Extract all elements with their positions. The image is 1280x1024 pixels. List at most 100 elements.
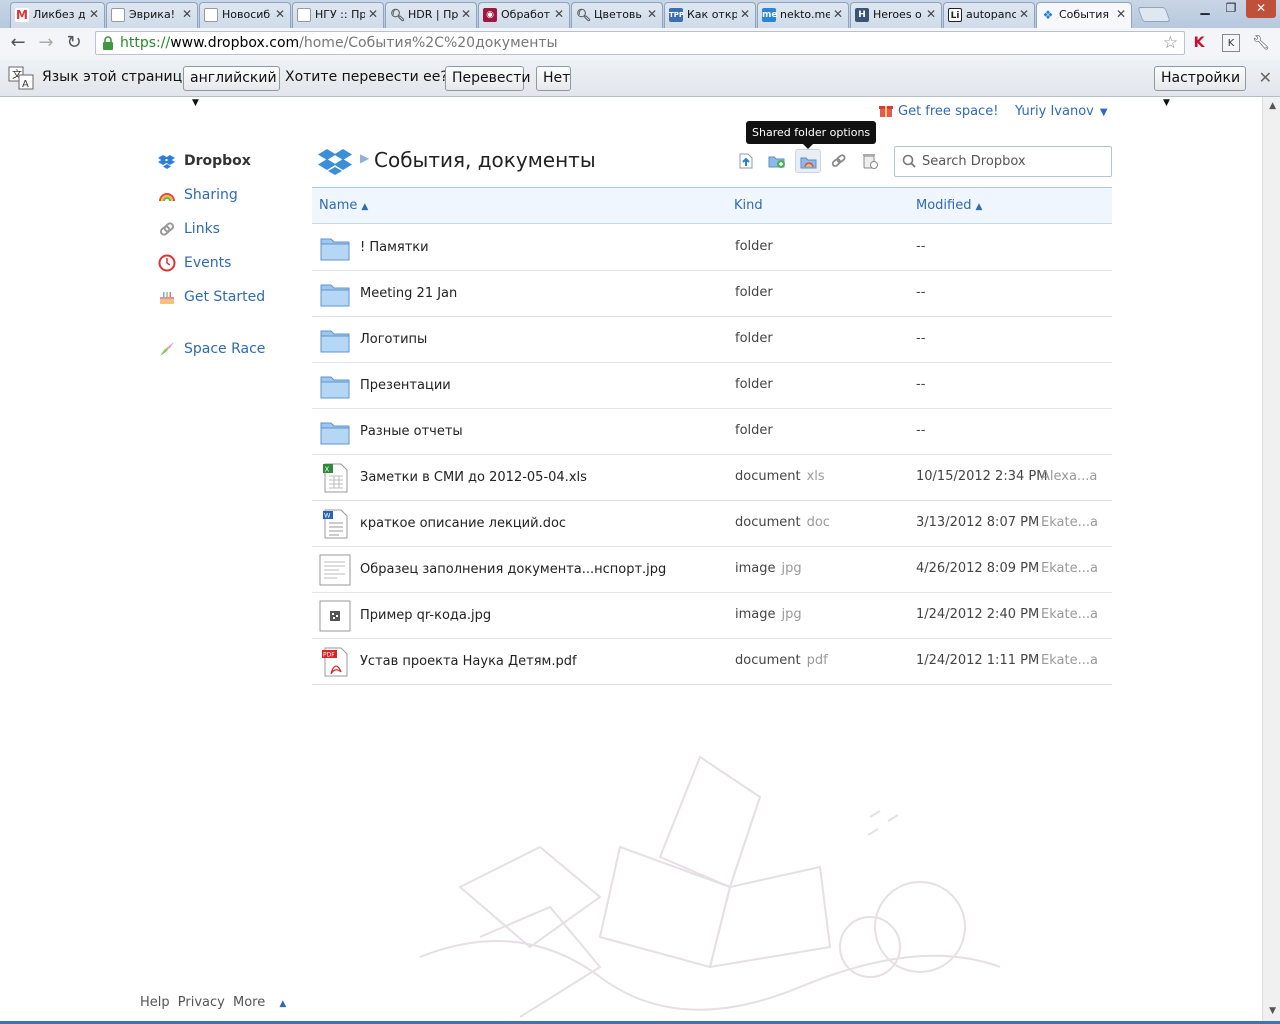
table-row[interactable]: Разные отчеты folder -- <box>312 409 1112 455</box>
close-window-icon[interactable]: ✕ <box>1246 0 1276 18</box>
file-name[interactable]: Логотипы <box>360 332 427 347</box>
column-header-kind[interactable]: Kind <box>734 198 763 213</box>
back-button[interactable]: ← <box>6 32 30 54</box>
show-deleted-files-button[interactable] <box>857 149 883 173</box>
scrollbar[interactable] <box>1262 97 1280 1022</box>
user-menu[interactable]: Yuriy Ivanov ▼ <box>1015 104 1108 119</box>
file-name[interactable]: Пример qr-кода.jpg <box>360 608 491 623</box>
close-icon[interactable]: ✕ <box>833 7 843 21</box>
sidebar-item-links[interactable]: Links <box>158 218 220 240</box>
browser-tab[interactable]: me nekto.me ✕ <box>757 2 849 28</box>
browser-tab[interactable]: M Ликбез д ✕ <box>10 2 105 28</box>
browser-tab[interactable]: НГУ :: Пр ✕ <box>292 2 384 28</box>
kind-label: folder <box>735 285 773 300</box>
search-icon <box>902 154 916 168</box>
file-name[interactable]: ! Памятки <box>360 240 429 255</box>
no-translate-button[interactable]: Нет <box>536 66 571 91</box>
close-icon[interactable]: ✕ <box>554 7 564 21</box>
table-row[interactable]: Пример qr-кода.jpg image jpg 1/24/2012 2:40… <box>312 593 1112 639</box>
translate-settings-button[interactable]: Настройки ▼ <box>1154 66 1246 108</box>
table-row[interactable]: Презентации folder -- <box>312 363 1112 409</box>
gift-icon <box>879 106 893 117</box>
table-row[interactable]: ! Памятки folder -- <box>312 225 1112 271</box>
browser-tab[interactable]: 🔍︎ HDR | Пр ✕ <box>385 2 477 28</box>
upload-icon <box>739 153 753 169</box>
upload-button[interactable] <box>733 149 759 173</box>
privacy-link[interactable]: Privacy <box>178 995 225 1010</box>
tab-title: Цветовь <box>594 8 642 21</box>
file-name[interactable]: краткое описание лекций.doc <box>360 516 566 531</box>
file-name[interactable]: Презентации <box>360 378 451 393</box>
sidebar-item-space-race[interactable]: Space Race <box>158 338 265 360</box>
more-link[interactable]: More <box>233 995 265 1010</box>
browser-tab[interactable]: TPP Как откр ✕ <box>664 2 756 28</box>
tab-title: НГУ :: Пр <box>315 8 365 21</box>
help-link[interactable]: Help <box>140 995 170 1010</box>
sidebar-item-dropbox[interactable]: Dropbox <box>158 150 251 172</box>
file-name[interactable]: Meeting 21 Jan <box>360 286 457 301</box>
table-row[interactable]: PDF Устав проекта Наука Детям.pdf document… <box>312 639 1112 685</box>
breadcrumb-separator-icon: ▶ <box>360 151 370 165</box>
search-input[interactable]: Search Dropbox <box>894 146 1112 177</box>
new-tab-button[interactable] <box>1137 7 1171 22</box>
wrench-menu-icon[interactable]: 🔧︎ <box>1252 34 1270 52</box>
close-icon[interactable]: ✕ <box>461 7 471 21</box>
scroll-down-icon[interactable]: ▼ <box>1269 1006 1276 1016</box>
minimize-icon[interactable]: ▁ <box>1192 0 1218 18</box>
kind-label: folder <box>735 331 773 346</box>
tab-title: Heroes o <box>873 8 922 21</box>
close-icon[interactable]: ✕ <box>1116 7 1126 21</box>
link-icon <box>159 222 175 236</box>
file-name[interactable]: Разные отчеты <box>360 424 463 439</box>
table-row[interactable]: X Заметки в СМИ до 2012-05-04.xls document… <box>312 455 1112 501</box>
browser-tab[interactable]: 🔍︎ Цветовь ✕ <box>571 2 663 28</box>
close-icon[interactable]: ✕ <box>89 7 99 21</box>
shared-folder-options-button[interactable] <box>795 149 821 173</box>
restore-icon[interactable]: ❐ <box>1218 0 1244 18</box>
table-row[interactable]: Образец заполнения документа...нспорт.jp… <box>312 547 1112 593</box>
kaspersky-icon[interactable]: K <box>1190 34 1208 52</box>
translate-button[interactable]: Перевести <box>445 66 530 91</box>
background-illustration <box>419 755 1001 1018</box>
column-header-name[interactable]: Name ▲ <box>319 198 368 213</box>
file-name[interactable]: Образец заполнения документа...нспорт.jp… <box>360 562 666 577</box>
extension-k-icon[interactable]: K <box>1222 34 1240 52</box>
sidebar-item-get-started[interactable]: Get Started <box>158 286 265 308</box>
sidebar-item-sharing[interactable]: Sharing <box>158 184 238 206</box>
language-select[interactable]: английский ▼ <box>183 66 280 108</box>
close-icon[interactable]: ✕ <box>926 7 936 21</box>
reload-button[interactable]: ↻ <box>62 32 86 54</box>
table-row[interactable]: Wкраткое описание лекций.doc document doc 3… <box>312 501 1112 547</box>
file-name[interactable]: Устав проекта Наука Детям.pdf <box>360 654 577 669</box>
file-name[interactable]: Заметки в СМИ до 2012-05-04.xls <box>360 470 587 485</box>
close-icon[interactable]: ✕ <box>1019 7 1029 21</box>
browser-tab[interactable]: Новосиб ✕ <box>199 2 291 28</box>
close-icon[interactable]: ✕ <box>368 7 378 21</box>
svg-text:W: W <box>324 512 331 520</box>
new-folder-button[interactable] <box>764 149 790 173</box>
address-bar[interactable]: https://www.dropbox.com/home/События%2C%… <box>95 31 1185 55</box>
sidebar-item-events[interactable]: Events <box>158 252 231 274</box>
browser-tab[interactable]: H Heroes o ✕ <box>850 2 942 28</box>
bookmark-star-icon[interactable]: ☆ <box>1163 32 1178 54</box>
browser-tab[interactable]: ◉ Обработ ✕ <box>478 2 570 28</box>
caret-up-icon[interactable]: ▲ <box>279 999 286 1009</box>
scroll-up-icon[interactable]: ▲ <box>1269 101 1276 111</box>
browser-tab-active[interactable]: ❖ События ✕ <box>1036 2 1132 29</box>
table-row[interactable]: Логотипы folder -- <box>312 317 1112 363</box>
get-free-space-link[interactable]: Get free space! <box>898 104 998 119</box>
close-icon[interactable]: ✕ <box>275 7 285 21</box>
browser-tab[interactable]: Эврика! ✕ <box>106 2 198 28</box>
sidebar-item-label: Sharing <box>184 187 238 203</box>
share-link-button[interactable] <box>826 149 852 173</box>
column-header-modified[interactable]: Modified ▲ <box>916 198 982 213</box>
forward-button[interactable]: → <box>34 32 58 54</box>
close-icon[interactable]: ✕ <box>647 7 657 21</box>
gmail-icon: M <box>15 8 29 22</box>
table-row[interactable]: Meeting 21 Jan folder -- <box>312 271 1112 317</box>
modified-date: 3/13/2012 8:07 PM <box>916 515 1040 530</box>
close-icon[interactable]: ✕ <box>1259 68 1272 87</box>
browser-tab[interactable]: Li autopanc ✕ <box>943 2 1035 28</box>
close-icon[interactable]: ✕ <box>182 7 192 21</box>
close-icon[interactable]: ✕ <box>740 7 750 21</box>
